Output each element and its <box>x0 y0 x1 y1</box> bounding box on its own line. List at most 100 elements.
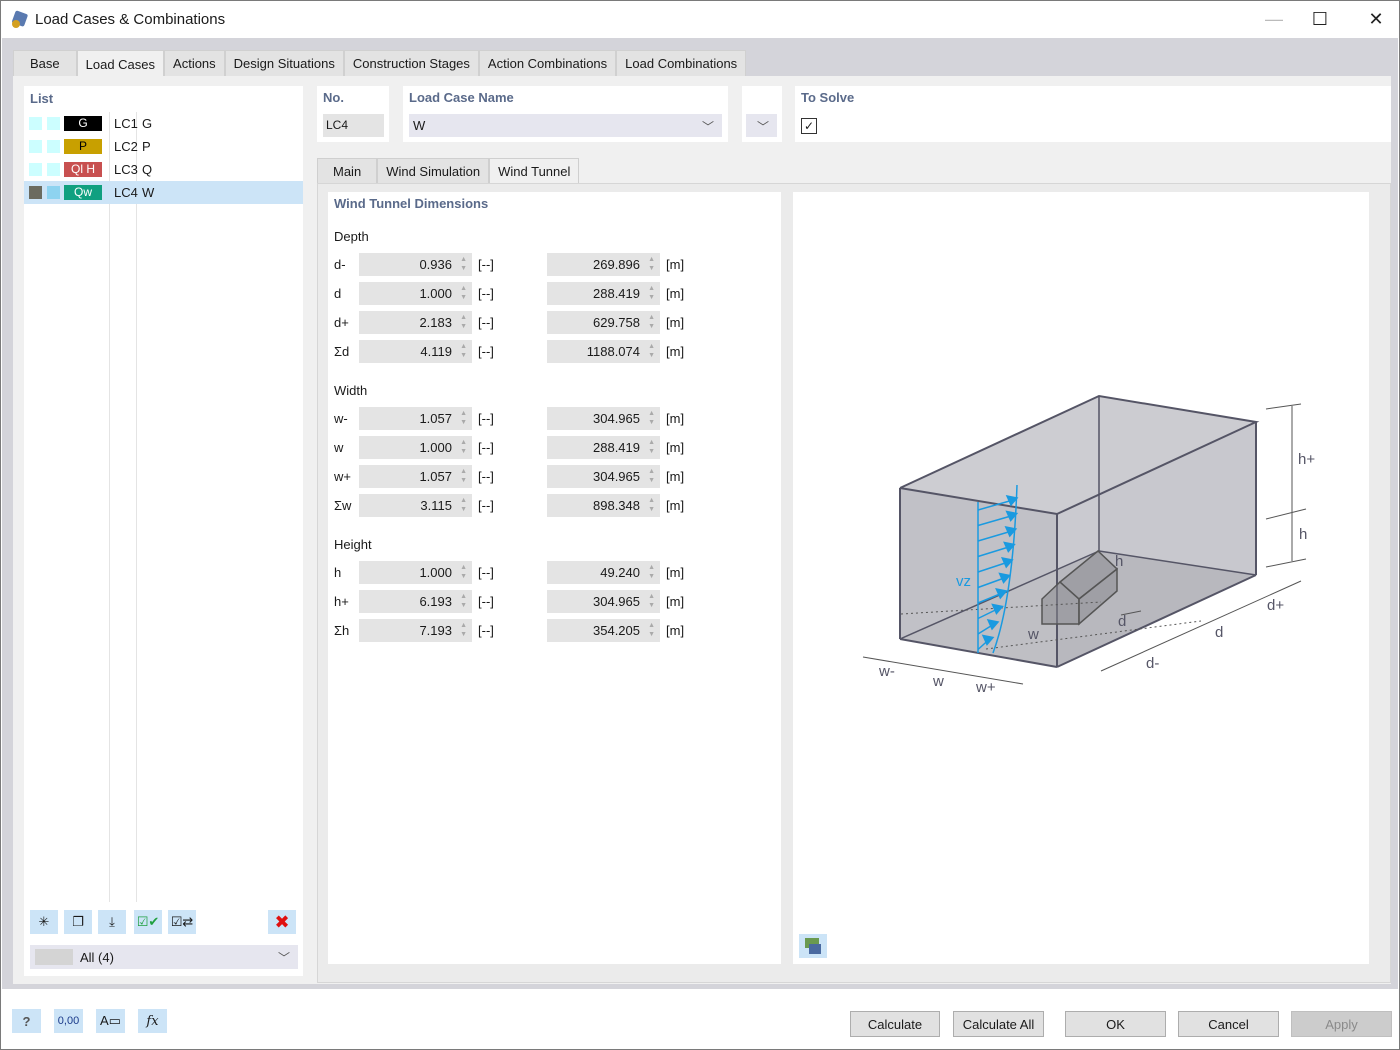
dimension-label: w <box>334 440 344 455</box>
delete-button[interactable]: ✖ <box>268 910 296 934</box>
spin-arrows-icon[interactable]: ▲ ▼ <box>648 342 655 360</box>
tab-construction-stages[interactable]: Construction Stages <box>343 50 479 76</box>
number-field[interactable]: LC4 <box>323 114 384 137</box>
check-all-button[interactable]: ☑✔ <box>134 910 162 934</box>
spin-arrows-icon[interactable]: ▲ ▼ <box>460 621 467 639</box>
help-button[interactable]: ? <box>12 1009 41 1033</box>
length-spinbox[interactable]: 304.965 ▲ ▼ <box>547 407 660 430</box>
spin-arrows-icon[interactable]: ▲ ▼ <box>460 563 467 581</box>
number-label: No. <box>323 90 344 105</box>
spin-arrows-icon[interactable]: ▲ ▼ <box>648 563 655 581</box>
spin-arrows-icon[interactable]: ▲ ▼ <box>648 438 655 456</box>
length-value: 354.205 <box>593 623 640 638</box>
length-unit: [m] <box>666 623 685 638</box>
length-spinbox[interactable]: 269.896 ▲ ▼ <box>547 253 660 276</box>
group-label-depth: Depth <box>334 229 369 244</box>
subtab-wind-tunnel[interactable]: Wind Tunnel <box>489 158 580 184</box>
spin-arrows-icon[interactable]: ▲ ▼ <box>460 496 467 514</box>
length-spinbox[interactable]: 629.758 ▲ ▼ <box>547 311 660 334</box>
load-case-name-dropdown[interactable]: W ﹀ <box>409 114 722 137</box>
load-cases-dialog: Load Cases & Combinations — ☐ ✕ Base Load… <box>0 0 1400 1050</box>
toggle-check-button[interactable]: ☑⇄ <box>168 910 196 934</box>
length-spinbox[interactable]: 1188.074 ▲ ▼ <box>547 340 660 363</box>
list-item[interactable]: Qw LC4 W <box>24 181 303 204</box>
length-spinbox[interactable]: 898.348 ▲ ▼ <box>547 494 660 517</box>
help-icon: ? <box>22 1013 31 1029</box>
spin-arrows-icon[interactable]: ▲ ▼ <box>648 313 655 331</box>
spin-arrows-icon[interactable]: ▲ ▼ <box>460 255 467 273</box>
dimension-row: Σw 3.115 ▲ ▼ [--] 898.348 ▲ ▼ [m] <box>328 494 778 517</box>
factor-spinbox[interactable]: 1.000 ▲ ▼ <box>359 561 472 584</box>
diagram-view-button[interactable] <box>799 934 827 958</box>
factor-value: 4.119 <box>420 344 452 359</box>
factor-spinbox[interactable]: 4.119 ▲ ▼ <box>359 340 472 363</box>
factor-spinbox[interactable]: 2.183 ▲ ▼ <box>359 311 472 334</box>
list-item[interactable]: P LC2 P <box>24 135 303 158</box>
length-spinbox[interactable]: 49.240 ▲ ▼ <box>547 561 660 584</box>
tab-load-cases[interactable]: Load Cases <box>76 50 165 77</box>
spin-arrows-icon[interactable]: ▲ ▼ <box>648 496 655 514</box>
maximize-button[interactable]: ☐ <box>1297 1 1343 38</box>
factor-spinbox[interactable]: 3.115 ▲ ▼ <box>359 494 472 517</box>
spin-arrows-icon[interactable]: ▲ ▼ <box>648 621 655 639</box>
extra-dropdown[interactable]: ﹀ <box>746 114 777 137</box>
units-button[interactable]: 0,00 <box>54 1009 83 1033</box>
copy-item-button[interactable]: ❐ <box>64 910 92 934</box>
spin-arrows-icon[interactable]: ▲ ▼ <box>460 467 467 485</box>
list-item[interactable]: Ql H LC3 Q <box>24 158 303 181</box>
factor-spinbox[interactable]: 0.936 ▲ ▼ <box>359 253 472 276</box>
factor-spinbox[interactable]: 7.193 ▲ ▼ <box>359 619 472 642</box>
to-solve-checkbox[interactable]: ✓ <box>801 118 817 134</box>
length-spinbox[interactable]: 288.419 ▲ ▼ <box>547 282 660 305</box>
load-cases-page: List G LC1 G P LC2 P Ql H LC3 Q Qw LC4 W ✳ ❐ ⤓ ☑✔ ☑⇄ ✖ A… <box>13 76 1391 984</box>
new-item-button[interactable]: ✳ <box>30 910 58 934</box>
factor-spinbox[interactable]: 1.057 ▲ ▼ <box>359 465 472 488</box>
factor-spinbox[interactable]: 6.193 ▲ ▼ <box>359 590 472 613</box>
minimize-button[interactable]: — <box>1251 1 1297 38</box>
load-case-name: P <box>142 139 151 154</box>
dimensions-title: Wind Tunnel Dimensions <box>334 196 489 211</box>
cancel-button[interactable]: Cancel <box>1178 1011 1279 1037</box>
length-spinbox[interactable]: 288.419 ▲ ▼ <box>547 436 660 459</box>
spin-arrows-icon[interactable]: ▲ ▼ <box>460 313 467 331</box>
formula-button[interactable]: fx <box>138 1009 167 1033</box>
spin-arrows-icon[interactable]: ▲ ▼ <box>460 438 467 456</box>
d-minus-label: d- <box>1146 655 1159 672</box>
filter-dropdown[interactable]: All (4) ﹀ <box>30 945 298 969</box>
spin-arrows-icon[interactable]: ▲ ▼ <box>460 409 467 427</box>
subtab-wind-simulation[interactable]: Wind Simulation <box>377 158 490 183</box>
close-button[interactable]: ✕ <box>1353 1 1399 38</box>
factor-spinbox[interactable]: 1.000 ▲ ▼ <box>359 436 472 459</box>
import-button[interactable]: ⤓ <box>98 910 126 934</box>
spin-arrows-icon[interactable]: ▲ ▼ <box>460 342 467 360</box>
factor-unit: [--] <box>478 469 494 484</box>
subtab-main[interactable]: Main <box>317 158 378 183</box>
factor-spinbox[interactable]: 1.000 ▲ ▼ <box>359 282 472 305</box>
tab-action-combinations[interactable]: Action Combinations <box>478 50 617 76</box>
spin-arrows-icon[interactable]: ▲ ▼ <box>460 592 467 610</box>
spin-arrows-icon[interactable]: ▲ ▼ <box>648 467 655 485</box>
factor-spinbox[interactable]: 1.057 ▲ ▼ <box>359 407 472 430</box>
display-settings-button[interactable]: A▭ <box>96 1009 125 1033</box>
tab-load-combinations[interactable]: Load Combinations <box>616 50 747 76</box>
length-unit: [m] <box>666 469 685 484</box>
length-spinbox[interactable]: 304.965 ▲ ▼ <box>547 465 660 488</box>
ok-button[interactable]: OK <box>1065 1011 1166 1037</box>
dimension-label: d- <box>334 257 346 272</box>
spin-arrows-icon[interactable]: ▲ ▼ <box>648 284 655 302</box>
calculate-all-button[interactable]: Calculate All <box>953 1011 1044 1037</box>
spin-arrows-icon[interactable]: ▲ ▼ <box>648 255 655 273</box>
factor-value: 6.193 <box>419 594 452 609</box>
tab-base[interactable]: Base <box>13 50 77 76</box>
spin-arrows-icon[interactable]: ▲ ▼ <box>460 284 467 302</box>
spin-arrows-icon[interactable]: ▲ ▼ <box>648 592 655 610</box>
tab-design-situations[interactable]: Design Situations <box>224 50 344 76</box>
color-swatch <box>47 163 60 176</box>
tab-actions[interactable]: Actions <box>164 50 225 76</box>
length-spinbox[interactable]: 354.205 ▲ ▼ <box>547 619 660 642</box>
apply-button[interactable]: Apply <box>1291 1011 1392 1037</box>
spin-arrows-icon[interactable]: ▲ ▼ <box>648 409 655 427</box>
calculate-button[interactable]: Calculate <box>850 1011 940 1037</box>
list-item[interactable]: G LC1 G <box>24 112 303 135</box>
length-spinbox[interactable]: 304.965 ▲ ▼ <box>547 590 660 613</box>
